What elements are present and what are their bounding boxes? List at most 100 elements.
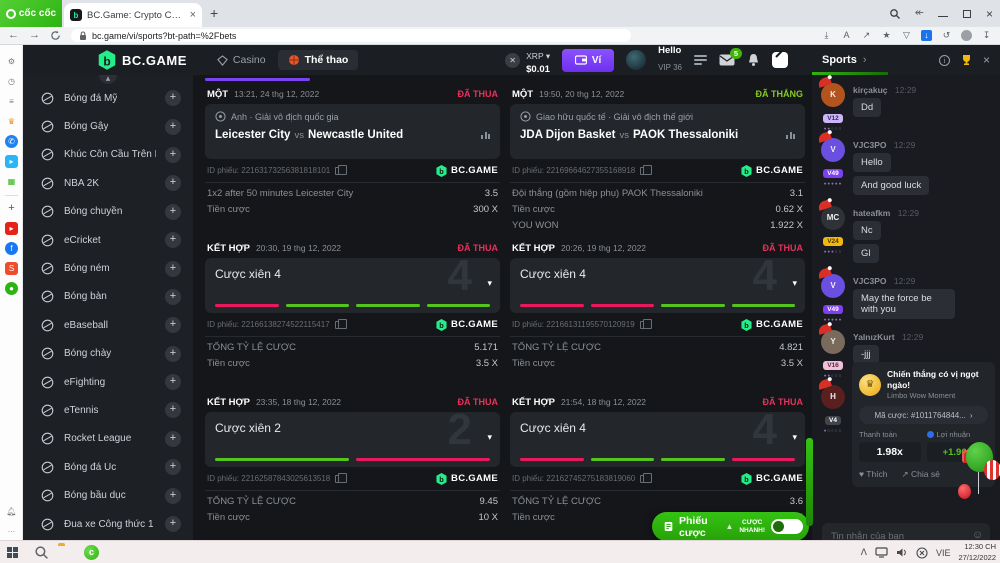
bet-code-link[interactable]: Mã cược: #1011764844... › xyxy=(859,406,988,424)
emoji-icon[interactable]: ☺ xyxy=(972,529,983,540)
user-avatar[interactable]: V xyxy=(821,138,845,162)
window-close-button[interactable]: × xyxy=(986,9,996,19)
match-stats-icon[interactable] xyxy=(481,132,490,139)
info-icon[interactable]: i xyxy=(939,55,950,66)
add-favorite-button[interactable]: + xyxy=(165,90,181,106)
facebook-icon[interactable]: f xyxy=(5,242,18,255)
betslip-button[interactable]: Phiếu cược ▲ CƯỢC NHANH! xyxy=(652,512,809,541)
add-favorite-button[interactable]: + xyxy=(165,289,181,305)
sidebar-item[interactable]: Bóng chày + xyxy=(23,340,193,368)
taskbar-search-icon[interactable] xyxy=(34,545,49,560)
chat-username[interactable]: hateafkm xyxy=(853,208,890,218)
bookmark-star-icon[interactable]: ★ xyxy=(881,30,892,41)
add-favorite-button[interactable]: + xyxy=(165,261,181,277)
expand-caret-icon[interactable]: ▾ xyxy=(487,432,492,443)
add-favorite-button[interactable]: + xyxy=(165,488,181,504)
share-button[interactable]: ↗ Chia sẻ xyxy=(902,469,940,480)
user-avatar[interactable] xyxy=(626,50,646,70)
copy-icon[interactable] xyxy=(335,167,342,175)
chat-username[interactable]: YalnızKurt xyxy=(853,332,895,342)
notification-bell-icon[interactable]: 🔔︎ xyxy=(5,505,18,518)
share-icon[interactable]: ↗ xyxy=(861,30,872,41)
sidebar-item[interactable]: eCricket + xyxy=(23,226,193,254)
sidebar-item[interactable]: Rocket League + xyxy=(23,425,193,453)
start-button[interactable] xyxy=(7,547,18,558)
tab-list-icon[interactable]: ↞ xyxy=(915,8,924,19)
user-info[interactable]: Hello VIP 36 xyxy=(658,45,682,76)
bet-card[interactable]: KẾT HỢP 23:35, 18 thg 12, 2022 ĐÃ THUA xyxy=(205,392,500,538)
messenger-icon[interactable]: ✆ xyxy=(5,135,18,148)
sidebar-item[interactable]: Bóng Gậy + xyxy=(23,112,193,140)
coccoc-tv-icon[interactable]: ▸ xyxy=(5,155,18,168)
add-favorite-button[interactable]: + xyxy=(165,317,181,333)
tab-close-icon[interactable]: × xyxy=(190,9,196,21)
window-minimize-button[interactable] xyxy=(938,9,948,19)
like-button[interactable]: ♥ Thích xyxy=(859,469,888,480)
tray-chevron-icon[interactable]: ᐱ xyxy=(861,547,867,558)
add-favorite-button[interactable]: + xyxy=(165,147,181,163)
wallet-button[interactable]: Ví xyxy=(562,49,614,72)
window-restore-button[interactable] xyxy=(962,9,972,19)
more-options-icon[interactable]: … xyxy=(5,523,18,536)
games-controller-icon[interactable]: ▦ xyxy=(5,175,18,188)
match-stats-icon[interactable] xyxy=(786,132,795,139)
url-field[interactable]: bc.game/vi/sports?bt-path=%2Fbets xyxy=(71,29,631,42)
add-shortcut-icon[interactable]: + xyxy=(5,202,18,215)
downloads-icon[interactable]: ↧ xyxy=(981,30,992,41)
sidebar-item[interactable]: eTennis + xyxy=(23,396,193,424)
coccoc-brand[interactable]: cốc cốc xyxy=(0,0,62,27)
trophy-icon[interactable] xyxy=(960,54,973,66)
add-favorite-button[interactable]: + xyxy=(165,374,181,390)
tab-search-icon[interactable] xyxy=(889,8,901,20)
profile-avatar-icon[interactable] xyxy=(961,30,972,41)
speaker-icon[interactable] xyxy=(896,547,908,558)
download-manager-icon[interactable]: ↓ xyxy=(921,30,932,41)
chat-compose-icon[interactable] xyxy=(772,52,788,68)
language-indicator[interactable]: VIE xyxy=(936,548,951,558)
save-page-icon[interactable]: ⤓ xyxy=(821,30,832,41)
copy-icon[interactable] xyxy=(640,475,647,483)
sidebar-item[interactable]: Khúc Côn Cầu Trên Băng + xyxy=(23,141,193,169)
currency-selector[interactable]: ✕ XRP ▾ $0.01 xyxy=(505,46,550,75)
add-favorite-button[interactable]: + xyxy=(165,516,181,532)
chat-room-label[interactable]: Sports xyxy=(822,54,857,66)
add-favorite-button[interactable]: + xyxy=(165,459,181,475)
sidebar-item[interactable]: eFighting + xyxy=(23,368,193,396)
sync-icon[interactable]: ↺ xyxy=(941,30,952,41)
youtube-icon[interactable]: ▸ xyxy=(5,222,18,235)
forward-icon[interactable]: → xyxy=(29,30,40,41)
copy-icon[interactable] xyxy=(335,475,342,483)
add-favorite-button[interactable]: + xyxy=(165,346,181,362)
close-icon[interactable]: × xyxy=(983,53,990,67)
chat-username[interactable]: kirçakuç xyxy=(853,85,888,95)
browser-tab[interactable]: b BC.Game: Crypto Casino Gan × xyxy=(64,3,202,27)
sidebar-item[interactable]: eBaseball + xyxy=(23,311,193,339)
bet-card[interactable]: KẾT HỢP 20:26, 19 thg 12, 2022 ĐÃ THUA xyxy=(510,238,805,384)
add-favorite-button[interactable]: + xyxy=(165,204,181,220)
sidebar-item[interactable]: NBA 2K + xyxy=(23,169,193,197)
sidebar-item[interactable]: Đua xe Công thức 1 + xyxy=(23,510,193,538)
chat-username[interactable]: VJC3PO xyxy=(853,140,887,150)
user-avatar[interactable]: H xyxy=(821,385,845,409)
tray-status-icon[interactable] xyxy=(916,547,928,559)
menu-icon[interactable] xyxy=(694,55,707,65)
chevron-right-icon[interactable]: › xyxy=(863,54,867,66)
bcgame-logo[interactable]: b BC.GAME xyxy=(98,50,187,70)
bet-card[interactable]: KẾT HỢP 20:30, 19 thg 12, 2022 ĐÃ THUA xyxy=(205,238,500,384)
bet-card[interactable]: MỘT 13:21, 24 thg 12, 2022 ĐÃ THUA Anh ·… xyxy=(205,84,500,230)
history-clock-icon[interactable]: ◷ xyxy=(5,75,18,88)
inbox-button[interactable]: 5 xyxy=(719,54,735,66)
adblock-shield-icon[interactable]: ▽ xyxy=(901,30,912,41)
notifications-button[interactable] xyxy=(747,53,760,67)
clock[interactable]: 12:30 CH 27/12/2022 xyxy=(958,542,996,562)
rewards-crown-icon[interactable]: ♛ xyxy=(5,115,18,128)
match-teams[interactable]: JDA Dijon Basket vs PAOK Thessaloniki xyxy=(520,129,795,141)
user-avatar[interactable]: K xyxy=(821,83,845,107)
sidebar-collapse-button[interactable]: ▴ xyxy=(99,75,117,84)
chat-username[interactable]: VJC3PO xyxy=(853,276,887,286)
sidebar-item[interactable]: Bóng đá Mỹ + xyxy=(23,84,193,112)
shopee-icon[interactable]: S xyxy=(5,262,18,275)
sidebar-item[interactable]: Bóng bầu dục + xyxy=(23,481,193,509)
copy-icon[interactable] xyxy=(335,321,342,329)
user-avatar[interactable]: Y xyxy=(821,330,845,354)
